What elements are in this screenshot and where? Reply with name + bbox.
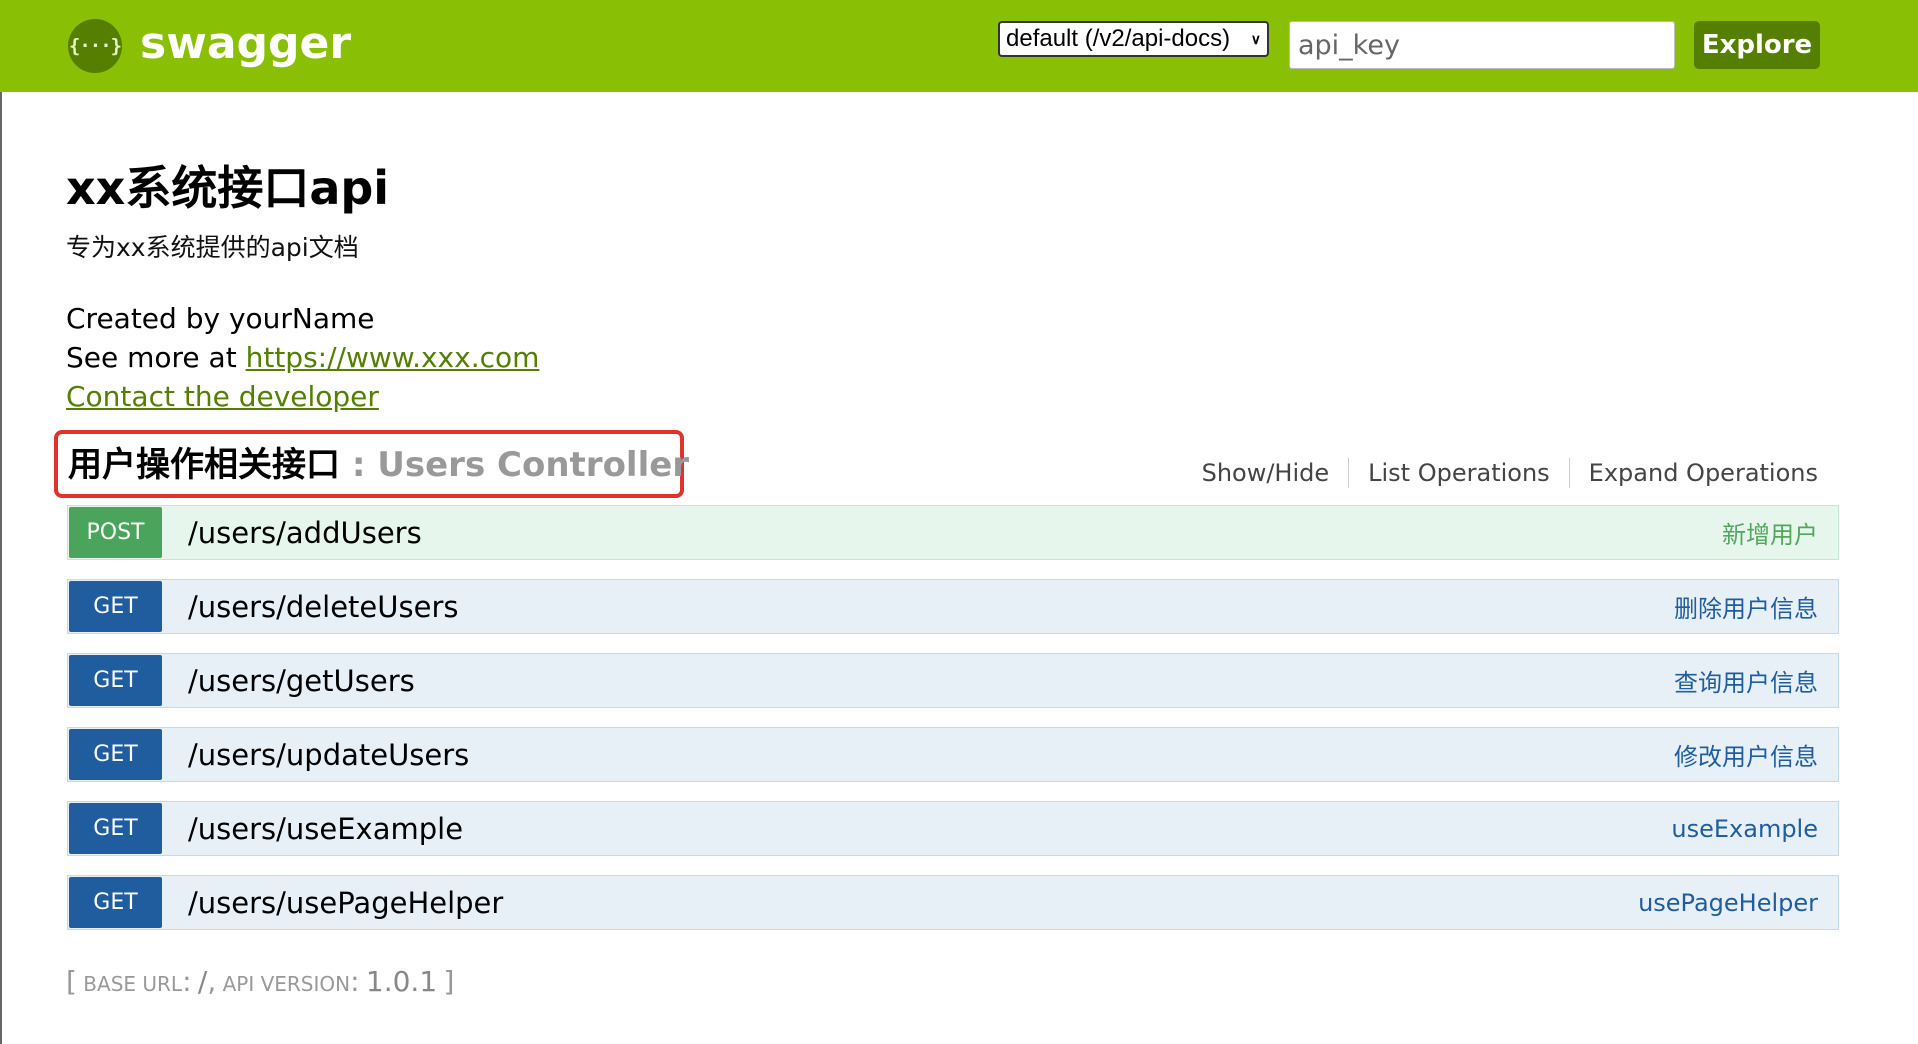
expand-operations-link[interactable]: Expand Operations <box>1570 456 1818 490</box>
base-url-value: / <box>197 965 208 998</box>
contact-developer-link[interactable]: Contact the developer <box>66 380 379 413</box>
operation-summary[interactable]: 删除用户信息 <box>1674 589 1818 624</box>
api-footer: [ BASE URL: /, API VERSION: 1.0.1 ] <box>66 965 455 998</box>
method-badge[interactable]: GET <box>69 803 162 854</box>
operation-row[interactable]: GET /users/updateUsers 修改用户信息 <box>67 727 1839 782</box>
api-version-label: API VERSION <box>222 972 351 996</box>
spec-url-value: default (/v2/api-docs) <box>1006 25 1231 52</box>
api-title: xx系统接口api <box>66 161 390 215</box>
method-badge[interactable]: GET <box>69 655 162 706</box>
top-bar: {···} swagger default (/v2/api-docs) ∨ E… <box>0 0 1918 92</box>
method-badge[interactable]: GET <box>69 581 162 632</box>
operation-path[interactable]: /users/updateUsers <box>188 738 1674 772</box>
api-version-value: 1.0.1 <box>365 965 438 998</box>
resource-name[interactable]: 用户操作相关接口 <box>68 445 340 485</box>
logo-text[interactable]: swagger <box>140 14 351 74</box>
base-url-label: BASE URL <box>83 972 183 996</box>
api-key-input[interactable] <box>1289 21 1675 69</box>
operation-summary[interactable]: useExample <box>1671 815 1818 843</box>
operation-row[interactable]: POST /users/addUsers 新增用户 <box>67 505 1839 560</box>
operation-path[interactable]: /users/getUsers <box>188 664 1674 698</box>
operation-path[interactable]: /users/usePageHelper <box>188 886 1638 920</box>
operation-row[interactable]: GET /users/useExample useExample <box>67 801 1839 856</box>
explore-button[interactable]: Explore <box>1694 21 1820 69</box>
method-badge[interactable]: GET <box>69 729 162 780</box>
created-by: Created by yourName <box>66 302 375 335</box>
chevron-down-icon: ∨ <box>1250 30 1261 47</box>
operation-row[interactable]: GET /users/usePageHelper usePageHelper <box>67 875 1839 930</box>
operation-row[interactable]: GET /users/deleteUsers 删除用户信息 <box>67 579 1839 634</box>
left-border <box>0 0 2 1044</box>
footer-open-bracket: [ <box>66 965 77 998</box>
see-more-line: See more at https://www.xxx.com <box>66 339 539 377</box>
operation-summary[interactable]: 修改用户信息 <box>1674 737 1818 772</box>
method-badge[interactable]: GET <box>69 877 162 928</box>
see-more-link[interactable]: https://www.xxx.com <box>246 341 540 374</box>
spec-url-select[interactable]: default (/v2/api-docs) ∨ <box>998 21 1269 57</box>
operation-summary[interactable]: 新增用户 <box>1722 515 1818 550</box>
resource-separator: : <box>340 445 378 485</box>
api-description: 专为xx系统提供的api文档 <box>66 233 359 262</box>
resource-heading[interactable]: 用户操作相关接口 : Users Controller <box>68 443 689 487</box>
operation-row[interactable]: GET /users/getUsers 查询用户信息 <box>67 653 1839 708</box>
swagger-logo-icon[interactable]: {···} <box>68 19 122 73</box>
list-operations-link[interactable]: List Operations <box>1349 456 1569 490</box>
operation-path[interactable]: /users/useExample <box>188 812 1671 846</box>
show-hide-link[interactable]: Show/Hide <box>1183 456 1349 490</box>
operation-summary[interactable]: 查询用户信息 <box>1674 663 1818 698</box>
method-badge[interactable]: POST <box>69 507 162 558</box>
resource-description: Users Controller <box>377 445 690 485</box>
see-more-prefix: See more at <box>66 341 246 374</box>
footer-close-bracket: ] <box>443 965 455 998</box>
resource-actions: Show/Hide List Operations Expand Operati… <box>1183 456 1818 490</box>
operation-summary[interactable]: usePageHelper <box>1638 889 1818 917</box>
operation-path[interactable]: /users/deleteUsers <box>188 590 1674 624</box>
operation-path[interactable]: /users/addUsers <box>188 516 1722 550</box>
contact-line: Contact the developer <box>66 378 379 416</box>
